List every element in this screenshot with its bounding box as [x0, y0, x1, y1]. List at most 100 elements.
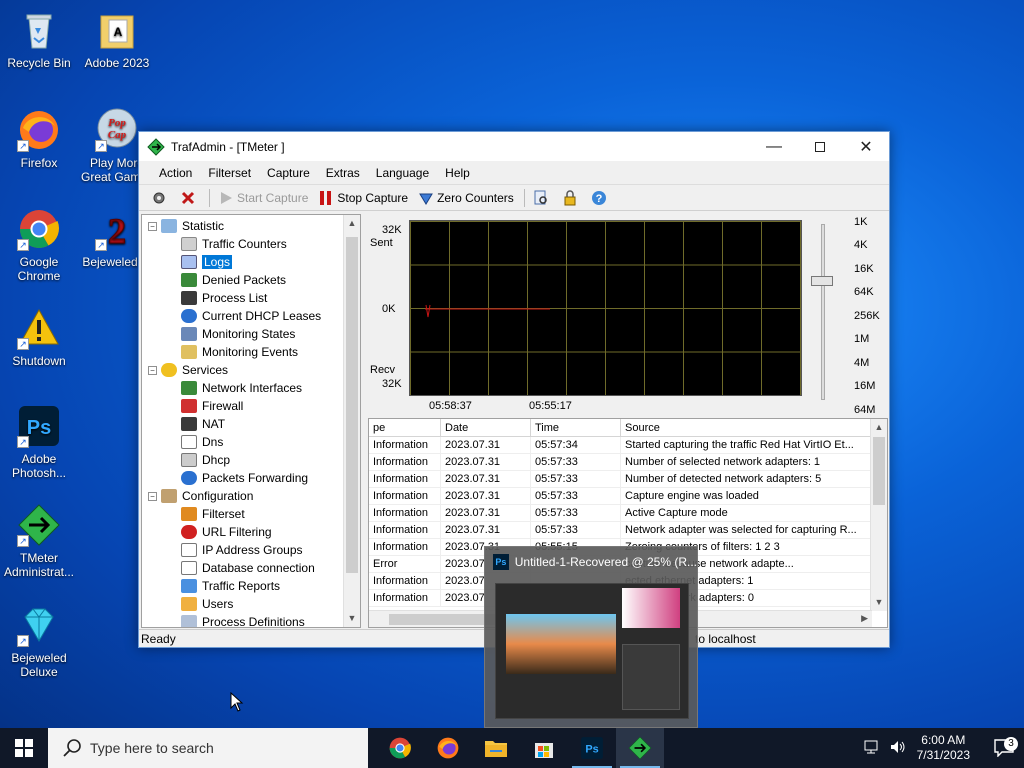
settings-button[interactable]: [151, 190, 170, 206]
help-button[interactable]: ?: [591, 190, 610, 206]
tree-node-statistic[interactable]: − Statistic: [142, 217, 360, 235]
log-row[interactable]: Information 2023.07.31 05:57:33 Capture eng…: [369, 488, 887, 505]
desktop-icon-firefox[interactable]: ↗ Firefox: [1, 108, 77, 170]
tree-item-dhcp-leases[interactable]: Current DHCP Leases: [142, 307, 360, 325]
tree-node-services[interactable]: − Services: [142, 361, 360, 379]
tree-item-process-list[interactable]: Process List: [142, 289, 360, 307]
scale-slider-thumb[interactable]: [811, 276, 833, 286]
tree-item-dhcp[interactable]: Dhcp: [142, 451, 360, 469]
minimize-button[interactable]: —: [751, 132, 797, 161]
column-header-time[interactable]: Time: [531, 419, 621, 436]
log-cell-type: Information: [369, 573, 441, 589]
title-bar[interactable]: TrafAdmin - [TMeter ] — ✕: [139, 132, 889, 161]
tree-node-configuration[interactable]: − Configuration: [142, 487, 360, 505]
column-header-source[interactable]: Source: [621, 419, 871, 436]
tree-item-monitoring-events[interactable]: Monitoring Events: [142, 343, 360, 361]
zero-counters-button[interactable]: Zero Counters: [418, 190, 514, 206]
taskbar-file-explorer[interactable]: [472, 728, 520, 768]
services-gear-icon: [161, 363, 177, 377]
taskbar-firefox[interactable]: [424, 728, 472, 768]
store-bag-icon: [535, 743, 553, 758]
scroll-up-icon[interactable]: ▲: [344, 215, 360, 232]
menu-language[interactable]: Language: [368, 166, 437, 180]
menu-capture[interactable]: Capture: [259, 166, 318, 180]
desktop-icon-tmeter[interactable]: ↗ TMeter Administrat...: [1, 503, 77, 579]
menu-action[interactable]: Action: [151, 166, 200, 180]
start-button[interactable]: [0, 728, 48, 768]
desktop-icon-shutdown[interactable]: ↗ Shutdown: [1, 306, 77, 368]
help-icon: ?: [591, 190, 607, 206]
desktop-icon-google-chrome[interactable]: ↗ Google Chrome: [1, 207, 77, 283]
tree-item-firewall[interactable]: Firewall: [142, 397, 360, 415]
taskbar-clock[interactable]: 6:00 AM 7/31/2023: [917, 733, 970, 763]
tree-label: Monitoring Events: [202, 345, 299, 359]
tree-item-url-filtering[interactable]: URL Filtering: [142, 523, 360, 541]
tree-label: Firewall: [202, 399, 244, 413]
log-row[interactable]: Information 2023.07.31 05:57:33 Number of d…: [369, 471, 887, 488]
scroll-thumb[interactable]: [873, 437, 885, 505]
desktop-icon-label: Google Chrome: [17, 255, 61, 283]
notification-center-button[interactable]: 3: [984, 737, 1024, 757]
find-button[interactable]: [533, 190, 552, 206]
volume-icon[interactable]: [889, 739, 907, 758]
log-row[interactable]: Information 2023.07.31 05:57:33 Number of s…: [369, 454, 887, 471]
tree-item-filterset[interactable]: Filterset: [142, 505, 360, 523]
column-header-date[interactable]: Date: [441, 419, 531, 436]
scroll-right-icon[interactable]: ▶: [861, 613, 868, 624]
stop-capture-button[interactable]: Stop Capture: [318, 190, 408, 206]
log-row[interactable]: Information 2023.07.31 05:57:33 Active Capt…: [369, 505, 887, 522]
collapse-icon[interactable]: −: [148, 491, 157, 501]
tree-scrollbar[interactable]: ▲ ▼: [343, 215, 360, 627]
taskbar-tmeter[interactable]: [616, 728, 664, 768]
tree-item-logs[interactable]: Logs: [142, 253, 360, 271]
scale-slider-track[interactable]: [821, 224, 825, 400]
tree-item-monitoring-states[interactable]: Monitoring States: [142, 325, 360, 343]
tree-item-database-connection[interactable]: Database connection: [142, 559, 360, 577]
start-capture-button[interactable]: Start Capture: [218, 190, 308, 206]
tree-item-packets-forwarding[interactable]: Packets Forwarding: [142, 469, 360, 487]
desktop-icon-label: Recycle Bin: [7, 56, 71, 70]
maximize-button[interactable]: [797, 132, 843, 161]
taskbar-microsoft-store[interactable]: [520, 728, 568, 768]
counter-icon: [181, 237, 197, 251]
lock-button[interactable]: [562, 189, 581, 206]
tree-label: Packets Forwarding: [202, 471, 309, 485]
tree-item-network-interfaces[interactable]: Network Interfaces: [142, 379, 360, 397]
log-row[interactable]: Information 2023.07.31 05:57:33 Network ada…: [369, 522, 887, 539]
scroll-up-icon[interactable]: ▲: [871, 419, 887, 436]
tree-item-process-definitions[interactable]: Process Definitions: [142, 613, 360, 627]
scroll-thumb[interactable]: [346, 237, 358, 573]
scroll-down-icon[interactable]: ▼: [871, 594, 887, 611]
log-row[interactable]: Information 2023.07.31 05:57:34 Started cap…: [369, 437, 887, 454]
menu-extras[interactable]: Extras: [318, 166, 368, 180]
tree-item-dns[interactable]: Dns: [142, 433, 360, 451]
desktop-icon-adobe-2023[interactable]: A Adobe 2023: [79, 8, 155, 70]
desktop-icon-adobe-photoshop[interactable]: Ps ↗ Adobe Photosh...: [1, 404, 77, 480]
taskbar-photoshop[interactable]: Ps: [568, 728, 616, 768]
tree-item-traffic-counters[interactable]: Traffic Counters: [142, 235, 360, 253]
desktop-icon-recycle-bin[interactable]: Recycle Bin: [1, 8, 77, 70]
desktop-icon-bejeweled-deluxe[interactable]: ↗ Bejeweled Deluxe: [1, 603, 77, 679]
tree-item-ip-address-groups[interactable]: IP Address Groups: [142, 541, 360, 559]
tree-label: Users: [202, 597, 234, 611]
scroll-down-icon[interactable]: ▼: [344, 610, 360, 627]
close-button[interactable]: ✕: [843, 132, 889, 161]
taskbar-chrome[interactable]: [376, 728, 424, 768]
log-cell-source: Number of detected network adapters: 5: [625, 473, 822, 485]
column-header-type[interactable]: pe: [369, 419, 441, 436]
menu-help[interactable]: Help: [437, 166, 478, 180]
collapse-icon[interactable]: −: [148, 365, 157, 375]
collapse-icon[interactable]: −: [148, 221, 157, 231]
photoshop-taskbar-preview[interactable]: Ps Untitled-1-Recovered @ 25% (R...: [484, 546, 698, 728]
taskbar-search-box[interactable]: Type here to search: [48, 728, 368, 768]
log-cell-source: Capture engine was loaded: [625, 490, 759, 502]
tree-item-denied-packets[interactable]: Denied Packets: [142, 271, 360, 289]
network-icon[interactable]: [863, 739, 881, 758]
network-card-icon: [181, 381, 197, 395]
delete-button[interactable]: [180, 190, 199, 206]
menu-filterset[interactable]: Filterset: [200, 166, 259, 180]
log-scrollbar[interactable]: ▲ ▼: [870, 419, 887, 611]
tree-item-users[interactable]: Users: [142, 595, 360, 613]
tree-item-nat[interactable]: NAT: [142, 415, 360, 433]
tree-item-traffic-reports[interactable]: Traffic Reports: [142, 577, 360, 595]
